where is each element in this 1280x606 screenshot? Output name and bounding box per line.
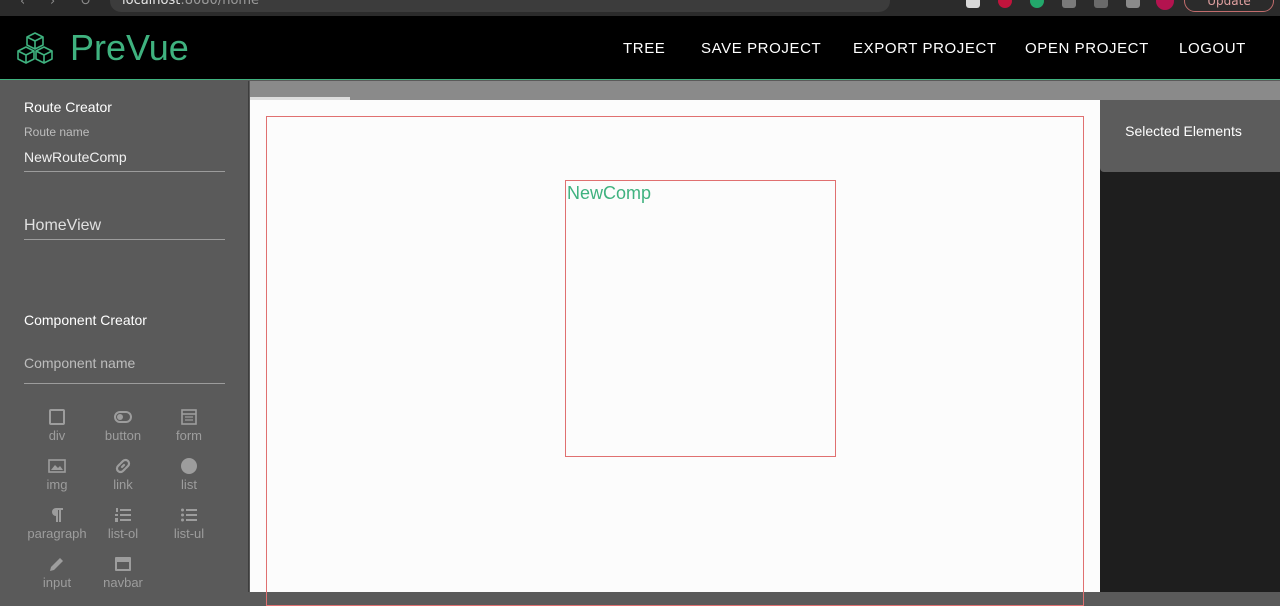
tool-label: form — [176, 428, 202, 443]
tool-list-ul[interactable]: list-ul — [154, 506, 224, 552]
sidebar-icon[interactable] — [1126, 0, 1140, 8]
canvas-tab-strip — [250, 81, 1280, 100]
circle-icon — [181, 458, 197, 474]
back-icon[interactable]: ‹ — [20, 0, 25, 9]
component-name-input[interactable]: Component name — [24, 355, 225, 384]
tool-label: paragraph — [27, 526, 87, 541]
nav-export-project[interactable]: EXPORT PROJECT — [853, 40, 997, 57]
tool-paragraph[interactable]: paragraph — [22, 506, 92, 552]
tool-label: list-ol — [107, 526, 139, 541]
route-list-item[interactable]: HomeView — [24, 217, 225, 240]
profile-avatar[interactable] — [1156, 0, 1174, 10]
tool-list-ol[interactable]: list-ol — [88, 506, 158, 552]
cast-icon[interactable] — [1094, 0, 1108, 8]
tool-input[interactable]: input — [22, 555, 92, 601]
tool-label: div — [48, 428, 66, 443]
url-path: :8080/home — [180, 0, 260, 8]
update-button[interactable]: Update — [1184, 0, 1274, 12]
tool-label: list-ul — [173, 526, 205, 541]
component-name-label: NewComp — [567, 183, 652, 203]
route-name-label: Route name — [24, 125, 90, 139]
square-outline-icon — [49, 409, 65, 425]
tool-link[interactable]: link — [88, 457, 158, 503]
puzzle-icon[interactable] — [1062, 0, 1076, 8]
cubes-logo-icon — [17, 32, 53, 64]
tool-form[interactable]: form — [154, 408, 224, 454]
component-creator-title: Component Creator — [24, 312, 147, 328]
navbar-icon — [115, 557, 131, 571]
tool-navbar[interactable]: navbar — [88, 555, 158, 601]
app-logo-text: PreVue — [70, 27, 189, 68]
paragraph-icon — [52, 508, 63, 522]
toggle-icon — [114, 411, 132, 423]
extension-icon[interactable] — [966, 0, 980, 8]
tool-label: input — [42, 575, 72, 590]
image-icon — [48, 459, 66, 473]
nav-save-project[interactable]: SAVE PROJECT — [701, 40, 821, 57]
tool-list[interactable]: list — [154, 457, 224, 503]
selected-elements-panel: Selected Elements — [1100, 100, 1280, 592]
tool-button[interactable]: button — [88, 408, 158, 454]
pencil-icon — [50, 558, 63, 571]
tool-label: navbar — [103, 575, 143, 590]
tool-label: link — [113, 477, 133, 492]
reload-icon[interactable]: ↻ — [80, 0, 91, 9]
nav-open-project[interactable]: OPEN PROJECT — [1025, 40, 1149, 57]
form-icon — [181, 409, 197, 425]
component-canvas[interactable]: NewComp — [250, 100, 1100, 606]
extension-icon[interactable] — [998, 0, 1012, 8]
browser-toolbar: ‹ › ↻ localhost:8080/home Update — [0, 0, 1280, 16]
link-icon — [115, 458, 131, 474]
tool-img[interactable]: img — [22, 457, 92, 503]
selected-elements-title: Selected Elements — [1125, 123, 1242, 139]
app-header: PreVue TREE SAVE PROJECT EXPORT PROJECT … — [0, 16, 1280, 80]
left-sidebar: Route Creator Route name NewRouteComp Ho… — [0, 81, 249, 592]
tool-label: button — [104, 428, 142, 443]
forward-icon[interactable]: › — [50, 0, 55, 9]
route-name-input[interactable]: NewRouteComp — [24, 149, 225, 172]
ordered-list-icon — [115, 508, 131, 522]
address-bar[interactable]: localhost:8080/home — [110, 0, 890, 12]
route-creator-title: Route Creator — [24, 99, 112, 115]
tool-label: list — [181, 477, 197, 492]
url-host: localhost — [122, 0, 181, 8]
component-box[interactable]: NewComp — [565, 180, 836, 457]
tool-div[interactable]: div — [22, 408, 92, 454]
unordered-list-icon — [181, 508, 197, 522]
tool-label: img — [46, 477, 68, 492]
nav-logout[interactable]: LOGOUT — [1179, 40, 1246, 57]
selected-elements-header[interactable]: Selected Elements — [1100, 100, 1280, 172]
nav-tree[interactable]: TREE — [623, 40, 665, 57]
extension-icon[interactable] — [1030, 0, 1044, 8]
